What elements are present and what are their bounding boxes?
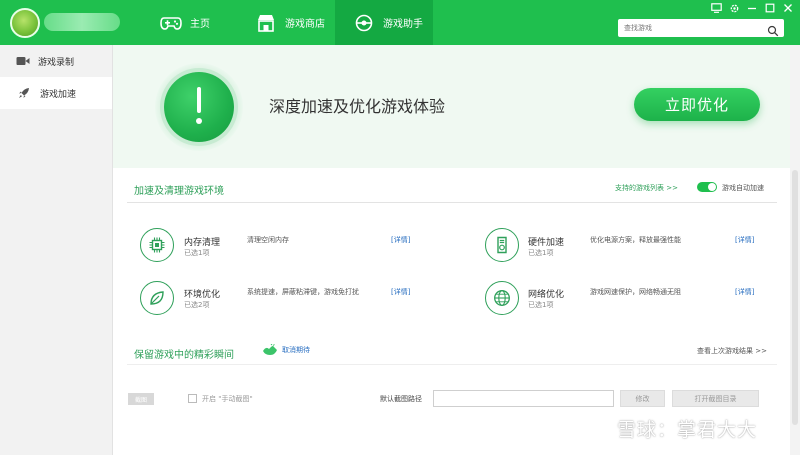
section-divider [127,202,777,203]
leaf-icon [140,281,174,315]
watermark-text: 雪球：掌君大大 [617,418,758,441]
feature-name: 网络优化 [528,290,565,300]
store-icon [255,13,277,33]
section-divider [127,364,777,365]
sidebar-item-recording[interactable]: 游戏录制 [0,45,112,77]
snowball-logo-icon [585,413,611,443]
manual-screenshot-checkbox[interactable] [188,394,197,403]
username-blurred [44,13,120,31]
screenshot-tag: 截图 [128,393,154,405]
sidebar-item-label: 游戏录制 [38,57,75,68]
close-icon[interactable] [782,3,794,17]
minimize-icon[interactable] [746,3,758,17]
sidebar-item-label: 游戏加速 [40,89,77,100]
video-camera-icon [16,55,30,67]
modify-path-button[interactable]: 修改 [620,390,665,407]
feature-detail-link[interactable]: [详情] [391,287,410,297]
feature-description: 游戏网速保护，网络畅通无阻 [590,288,681,296]
feature-detail-link[interactable]: [详情] [391,235,410,245]
sidebar: 游戏录制 游戏加速 [0,45,113,455]
tab-store[interactable]: 游戏商店 [245,0,335,45]
sidebar-item-acceleration[interactable]: 游戏加速 [0,77,112,109]
search-box [618,19,784,37]
chip-icon [140,228,174,262]
scrollbar-thumb[interactable] [792,170,798,425]
screenshot-path-input[interactable] [433,390,614,407]
feature-selected: 已选1项 [528,249,554,257]
cancel-expect-link[interactable]: 取消期待 [262,344,310,356]
hero-title: 深度加速及优化游戏体验 [269,97,446,116]
feature-description: 清理空闲内存 [247,236,289,244]
feature-description: 系统提速，屏蔽粘滞键，游戏免打扰 [247,288,359,296]
feature-detail-link[interactable]: [详情] [735,235,754,245]
open-screenshot-dir-button[interactable]: 打开截图目录 [672,390,759,407]
view-last-result-link[interactable]: 查看上次游戏结果 >> [697,346,767,356]
search-icon[interactable] [767,22,779,37]
settings-icon[interactable] [728,3,740,17]
feature-name: 内存清理 [184,238,221,248]
auto-accelerate-toggle[interactable] [697,182,717,192]
window-controls [710,3,794,17]
feature-selected: 已选1项 [528,301,554,309]
feature-name: 环境优化 [184,290,221,300]
hero-banner: 深度加速及优化游戏体验 立即优化 [113,45,800,168]
tab-home-label: 主页 [190,19,210,30]
xueqiu-watermark: 雪球：掌君大大 [585,413,757,443]
hand-icon [262,344,278,356]
feature-description: 优化电源方案，释放最强性能 [590,236,681,244]
moments-section-title: 保留游戏中的精彩瞬间 [134,350,234,361]
exclamation-icon [164,72,234,142]
rocket-icon [18,87,32,99]
maximize-icon[interactable] [764,3,776,17]
hardware-icon [485,228,519,262]
gamepad-icon [160,13,182,33]
cancel-expect-label: 取消期待 [282,346,310,354]
tab-home[interactable]: 主页 [148,0,238,45]
feature-name: 硬件加速 [528,238,565,248]
manual-screenshot-label: 开启 "手动截图" [202,395,253,403]
tab-helper[interactable]: 游戏助手 [335,0,433,45]
globe-icon [485,281,519,315]
feature-selected: 已选2项 [184,301,210,309]
tab-store-label: 游戏商店 [285,19,325,30]
supported-games-link[interactable]: 支持的游戏列表 >> [615,183,678,193]
search-input[interactable] [624,24,764,32]
message-icon[interactable] [710,3,722,17]
optimize-now-button[interactable]: 立即优化 [634,88,760,121]
screenshot-path-label: 默认截图路径 [380,395,422,403]
tab-helper-label: 游戏助手 [383,19,423,30]
avatar[interactable] [10,8,40,38]
feature-detail-link[interactable]: [详情] [735,287,754,297]
feature-selected: 已选1项 [184,249,210,257]
helper-icon [353,13,375,33]
auto-accelerate-label: 游戏自动加速 [722,184,764,192]
top-bar: 主页 游戏商店 游戏助手 [0,0,800,45]
accel-section-title: 加速及清理游戏环境 [134,186,224,197]
